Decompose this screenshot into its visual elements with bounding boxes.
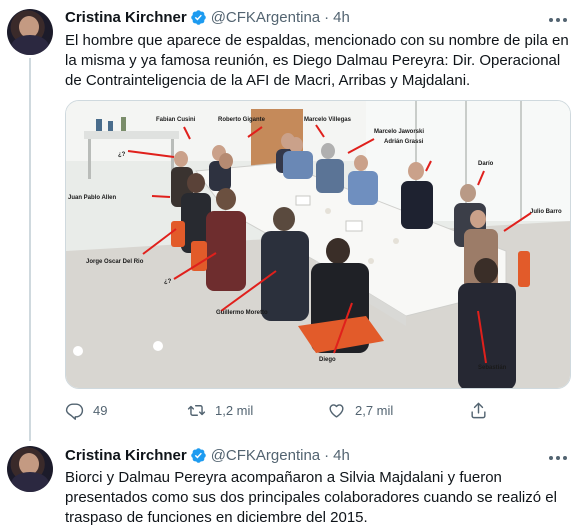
retweet-icon (187, 405, 206, 416)
timestamp[interactable]: 4h (333, 9, 350, 26)
more-options-icon[interactable] (549, 449, 567, 467)
tweet-photo[interactable]: Fabian Cusini Roberto Gigante Marcelo Vi… (65, 100, 571, 389)
timestamp[interactable]: 4h (333, 447, 350, 464)
author-name[interactable]: Cristina Kirchner (65, 447, 187, 464)
more-options-icon[interactable] (549, 11, 567, 29)
photo-label: Adrián Grassi (384, 139, 424, 145)
photo-label: Diego (319, 357, 336, 363)
avatar[interactable] (7, 446, 53, 492)
separator-dot: · (324, 9, 330, 26)
meeting-photo: Fabian Cusini Roberto Gigante Marcelo Vi… (66, 101, 570, 388)
separator-dot: · (324, 447, 330, 464)
photo-label: Jorge Oscar Del Rio (86, 259, 144, 265)
verified-badge-icon (190, 10, 206, 25)
photo-label: Sebastián (478, 365, 507, 371)
tweet-actions: 49 1,2 mil 2,7 mil (65, 401, 495, 423)
like-icon (329, 404, 344, 418)
photo-label: Roberto Gigante (218, 117, 266, 123)
author-name[interactable]: Cristina Kirchner (65, 9, 187, 26)
share-button[interactable] (469, 401, 497, 420)
tweet-text: El hombre que aparece de espaldas, menci… (65, 32, 569, 89)
photo-label: ¿? (164, 279, 172, 285)
photo-label: ¿? (118, 152, 126, 158)
photo-label: Marcelo Jaworski (374, 129, 424, 135)
avatar[interactable] (7, 9, 53, 55)
share-icon (471, 402, 486, 419)
retweet-count: 1,2 mil (215, 403, 254, 418)
photo-label: Guillermo Moretto (216, 310, 268, 316)
tweet[interactable]: Cristina Kirchner @CFKArgentina · 4h Bio… (0, 438, 581, 529)
like-count: 2,7 mil (355, 403, 394, 418)
reply-icon (65, 403, 84, 420)
photo-label: Darío (478, 161, 494, 167)
retweet-button[interactable]: 1,2 mil (187, 401, 253, 420)
tweet-text: Biorci y Dalmau Pereyra acompañaron a Si… (65, 469, 557, 526)
verified-badge-icon (190, 448, 206, 463)
like-button[interactable]: 2,7 mil (327, 401, 393, 420)
reply-button[interactable]: 49 (65, 401, 107, 420)
tweet[interactable]: Cristina Kirchner @CFKArgentina · 4h El … (0, 0, 581, 429)
reply-count: 49 (93, 403, 108, 418)
photo-label: Fabian Cusini (156, 117, 196, 123)
tweet-header: Cristina Kirchner @CFKArgentina · 4h (65, 9, 350, 26)
photo-label: Marcelo Villegas (304, 117, 352, 123)
photo-label: Juan Pablo Allen (68, 195, 116, 201)
author-handle[interactable]: @CFKArgentina (211, 447, 320, 464)
photo-label: Julio Barro (530, 209, 562, 215)
tweet-header: Cristina Kirchner @CFKArgentina · 4h (65, 447, 350, 464)
author-handle[interactable]: @CFKArgentina (211, 9, 320, 26)
